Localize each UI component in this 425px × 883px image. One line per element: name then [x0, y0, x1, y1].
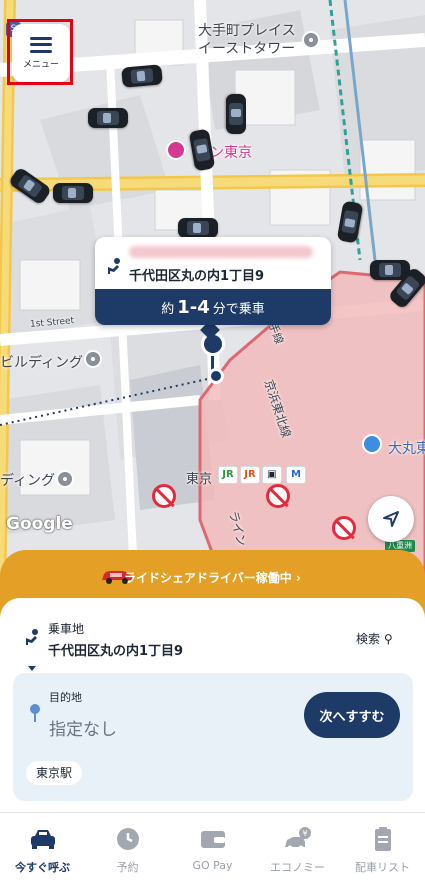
- jr-icon: JR: [240, 466, 260, 484]
- destination-label: 目的地: [49, 691, 82, 704]
- next-button[interactable]: 次へすすむ: [304, 692, 400, 738]
- poi-pin-icon[interactable]: [84, 350, 102, 368]
- tab-label: 今すぐ呼ぶ: [15, 861, 70, 874]
- no-entry-icon: [266, 484, 290, 508]
- passenger-icon: [26, 629, 38, 645]
- eta-value: 1-4: [177, 296, 210, 318]
- pickup-card[interactable]: 千代田区丸の内1丁目9 約 1-4 分で乗車: [95, 237, 331, 325]
- train-icon: ▣: [262, 466, 282, 484]
- eta-suffix: 分で乗車: [212, 301, 265, 317]
- map-label-right: 大丸東: [388, 441, 425, 457]
- taxi-car-icon: [121, 64, 163, 88]
- destination-pin-icon: [30, 704, 40, 722]
- tab-dispatch-list[interactable]: 配車リスト: [340, 813, 425, 883]
- tab-label: エコノミー: [270, 861, 325, 874]
- bottom-tab-bar: 今すぐ呼ぶ 予約 GO Pay ¥ エコノミー 配車リスト: [0, 812, 425, 883]
- taxi-car-icon: [178, 218, 218, 238]
- tab-reserve[interactable]: 予約: [85, 813, 170, 883]
- no-entry-icon: [332, 516, 356, 540]
- poi-pin-icon[interactable]: [56, 470, 74, 488]
- no-entry-icon: [152, 484, 176, 508]
- pickup-card-address: 千代田区丸の内1丁目9: [129, 269, 265, 284]
- tab-go-pay[interactable]: GO Pay: [170, 813, 255, 883]
- taxi-car-icon: [88, 108, 128, 128]
- taxi-car-icon: [53, 183, 93, 203]
- pickup-label: 乗車地: [48, 622, 85, 636]
- navigation-arrow-icon: [383, 511, 399, 527]
- destination-panel[interactable]: 目的地 指定なし 次へすすむ 東京駅: [13, 673, 413, 801]
- map-label-building-left: ビルディング: [0, 355, 84, 371]
- request-sheet: 乗車地 千代田区丸の内1丁目9 検索 ⚲ 目的地 指定なし 次へすすむ 東京駅: [0, 598, 425, 820]
- current-location-dot: [208, 368, 224, 384]
- tab-call-now[interactable]: 今すぐ呼ぶ: [0, 813, 85, 883]
- tab-label: GO Pay: [192, 859, 233, 872]
- locate-button[interactable]: [368, 496, 414, 542]
- pickup-eta: 約 1-4 分で乗車: [95, 289, 331, 325]
- clipboard-icon: [374, 827, 391, 851]
- tab-label: 予約: [116, 861, 139, 874]
- taxi-icon: [30, 830, 55, 849]
- map-label-building-2: イーストタワー: [198, 41, 296, 57]
- jr-icon: JR: [218, 466, 238, 484]
- lock-pin-icon[interactable]: [362, 434, 382, 454]
- tab-economy[interactable]: ¥ エコノミー: [255, 813, 340, 883]
- taxi-car-icon: [226, 94, 246, 134]
- google-logo: Google: [6, 514, 73, 534]
- eta-prefix: 約: [161, 301, 175, 317]
- wallet-icon: [200, 831, 225, 848]
- search-link[interactable]: 検索 ⚲: [356, 630, 393, 647]
- clock-icon: [116, 828, 139, 850]
- map-label-building-left-2: ディング: [0, 473, 56, 489]
- svg-text:¥: ¥: [302, 829, 307, 838]
- pickup-address[interactable]: 千代田区丸の内1丁目9: [48, 640, 183, 659]
- metro-icon: M: [286, 466, 306, 484]
- map-label-building: 大手町プレイス: [198, 23, 296, 39]
- blurred-text: [129, 246, 313, 258]
- tab-label: 配車リスト: [355, 861, 410, 874]
- suggestion-chip[interactable]: 東京駅: [26, 761, 83, 785]
- poi-pin-icon[interactable]: [302, 31, 320, 49]
- rideshare-banner-text: ライドシェアドライバー稼働中 ›: [124, 571, 301, 585]
- map-view[interactable]: 大手町プレイス イーストタワー マン東京 ビルディング ディング 1st Str…: [0, 0, 425, 600]
- menu-highlight-box: [7, 19, 73, 85]
- destination-input[interactable]: 指定なし: [49, 715, 117, 740]
- map-label-station: 東京: [186, 472, 213, 487]
- economy-car-icon: ¥: [284, 827, 311, 851]
- hotel-pin-icon[interactable]: [166, 140, 186, 160]
- passenger-icon: [108, 258, 120, 274]
